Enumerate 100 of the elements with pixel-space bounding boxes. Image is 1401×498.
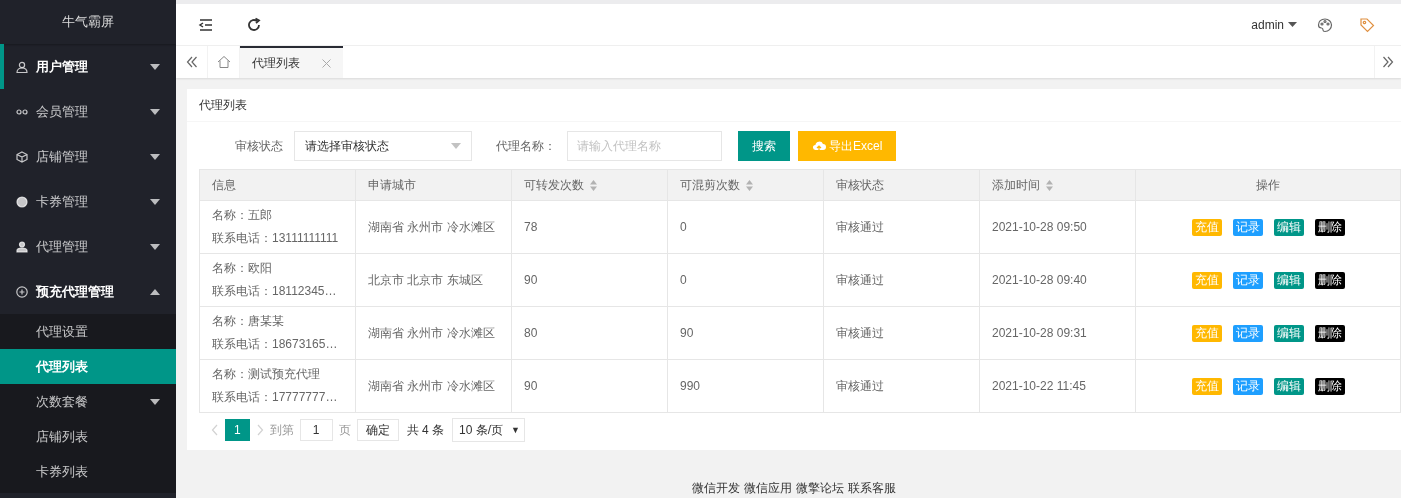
caret-icon — [150, 243, 160, 250]
sidebar-item[interactable]: 预充代理管理 — [0, 269, 176, 314]
sort-icon[interactable] — [746, 179, 753, 191]
table-cell: 0 — [667, 200, 824, 254]
sidebar-item[interactable]: 会员管理 — [0, 89, 176, 134]
circle-icon — [16, 195, 28, 208]
column-header[interactable]: 添加时间 — [979, 169, 1136, 201]
sort-icon[interactable] — [1046, 179, 1053, 191]
agent-phone: 联系电话：18112345… — [212, 283, 338, 300]
agent-phone: 联系电话：17777777… — [212, 389, 339, 406]
total-count: 共 4 条 — [406, 421, 445, 439]
action-button[interactable]: 编辑 — [1273, 271, 1304, 289]
agent-phone: 联系电话：13111111111 — [212, 230, 340, 247]
caret-icon — [1288, 22, 1297, 27]
confirm-button[interactable]: 确定 — [356, 419, 399, 441]
footer-link[interactable]: 联系客服 — [848, 480, 896, 497]
tag-icon[interactable] — [1359, 16, 1375, 33]
column-header[interactable]: 可转发次数 — [511, 169, 668, 201]
caret-icon — [451, 143, 461, 149]
sort-icon[interactable] — [590, 179, 597, 191]
caret-icon — [150, 288, 160, 295]
sidebar-subitem[interactable]: 代理设置 — [0, 314, 176, 349]
action-button[interactable]: 编辑 — [1273, 218, 1304, 236]
app-logo: 牛气霸屏 — [0, 0, 176, 44]
card-title: 代理列表 — [187, 89, 1401, 122]
page-tab[interactable]: 代理列表 — [240, 46, 343, 78]
table-cell: 北京市 北京市 东城区 — [355, 253, 512, 307]
table-cell: 90 — [511, 359, 668, 413]
search-button[interactable]: 搜索 — [738, 131, 790, 161]
caret-icon — [150, 108, 160, 115]
table-cell: 2021-10-28 09:31 — [979, 306, 1136, 360]
caret-icon — [150, 63, 160, 70]
table-cell: 湖南省 永州市 冷水滩区 — [355, 200, 512, 254]
page-button[interactable]: 1 — [225, 419, 250, 441]
footer-link[interactable]: 微信开发 — [692, 480, 740, 497]
action-button[interactable]: 删除 — [1314, 271, 1345, 289]
page-unit: 页 — [338, 421, 351, 439]
table-cell: 2021-10-28 09:40 — [979, 253, 1136, 307]
agent-name: 名称：五郎 — [212, 207, 273, 224]
table-cell: 湖南省 永州市 冷水滩区 — [355, 306, 512, 360]
menu-icon[interactable] — [198, 16, 214, 33]
user-icon — [16, 60, 28, 73]
action-button[interactable]: 编辑 — [1273, 324, 1304, 342]
page-size-select[interactable]: 10 条/页 ▼ — [452, 418, 525, 442]
double-chevron-left-icon — [185, 56, 198, 68]
table-cell: 审核通过 — [823, 200, 980, 254]
sidebar-subitem[interactable]: 次数套餐 — [0, 384, 176, 419]
caret-icon — [150, 153, 160, 160]
table-cell: 90 — [511, 253, 668, 307]
table-cell: 2021-10-22 11:45 — [979, 359, 1136, 413]
sidebar-subitem[interactable]: 代理列表 — [0, 349, 176, 384]
sidebar-item[interactable]: 店铺管理 — [0, 134, 176, 179]
table-cell: 湖南省 永州市 冷水滩区 — [355, 359, 512, 413]
home-icon — [216, 55, 231, 69]
agent-name: 名称：唐某某 — [212, 313, 285, 330]
agent-name: 名称：测试预充代理 — [212, 366, 321, 383]
goto-label: 到第 — [269, 421, 294, 439]
action-button[interactable]: 删除 — [1314, 324, 1345, 342]
table-cell: 80 — [511, 306, 668, 360]
cloud-upload-icon — [812, 140, 826, 152]
column-header[interactable]: 可混剪次数 — [667, 169, 824, 201]
table-cell: 990 — [667, 359, 824, 413]
field-label: 审核状态 — [235, 137, 283, 155]
table-cell: 0 — [667, 253, 824, 307]
status-select[interactable]: 请选择审核状态 — [294, 131, 472, 161]
action-button[interactable]: 编辑 — [1273, 377, 1304, 395]
table-cell: 审核通过 — [823, 306, 980, 360]
person-icon — [16, 240, 28, 253]
action-button[interactable]: 删除 — [1314, 377, 1345, 395]
box-icon — [16, 150, 28, 163]
column-header: 操作 — [1135, 169, 1401, 201]
caret-icon — [150, 198, 160, 205]
column-header: 审核状态 — [823, 169, 980, 201]
sidebar-item[interactable]: 用户管理 — [0, 44, 176, 89]
double-chevron-right-icon — [1382, 56, 1394, 68]
footer-link[interactable]: 微信应用 — [744, 480, 792, 497]
previous-page-icon[interactable] — [211, 424, 219, 436]
footer-link[interactable]: 微擎论坛 — [796, 480, 844, 497]
table-cell: 审核通过 — [823, 253, 980, 307]
sidebar-item[interactable]: 卡券管理 — [0, 179, 176, 224]
sidebar-subitem[interactable]: 卡券列表 — [0, 454, 176, 489]
refresh-icon[interactable] — [246, 16, 262, 33]
agent-name: 名称：欧阳 — [212, 260, 273, 277]
page-input[interactable]: 1 — [299, 419, 333, 441]
column-header: 信息 — [199, 169, 356, 201]
action-button[interactable]: 删除 — [1314, 218, 1345, 236]
table-cell: 78 — [511, 200, 668, 254]
user-menu[interactable]: admin — [1251, 17, 1297, 32]
sidebar-subitem[interactable]: 店铺列表 — [0, 419, 176, 454]
sidebar-item[interactable]: 代理管理 — [0, 224, 176, 269]
next-page-icon[interactable] — [255, 424, 264, 436]
agent-phone: 联系电话：18673165… — [212, 336, 339, 353]
table-cell: 2021-10-28 09:50 — [979, 200, 1136, 254]
column-header: 申请城市 — [355, 169, 512, 201]
palette-icon[interactable] — [1317, 16, 1333, 33]
table-cell: 90 — [667, 306, 824, 360]
plus-circle-icon — [16, 285, 28, 298]
field-label: 代理名称： — [496, 137, 556, 155]
table-cell: 审核通过 — [823, 359, 980, 413]
close-icon[interactable] — [322, 58, 331, 68]
